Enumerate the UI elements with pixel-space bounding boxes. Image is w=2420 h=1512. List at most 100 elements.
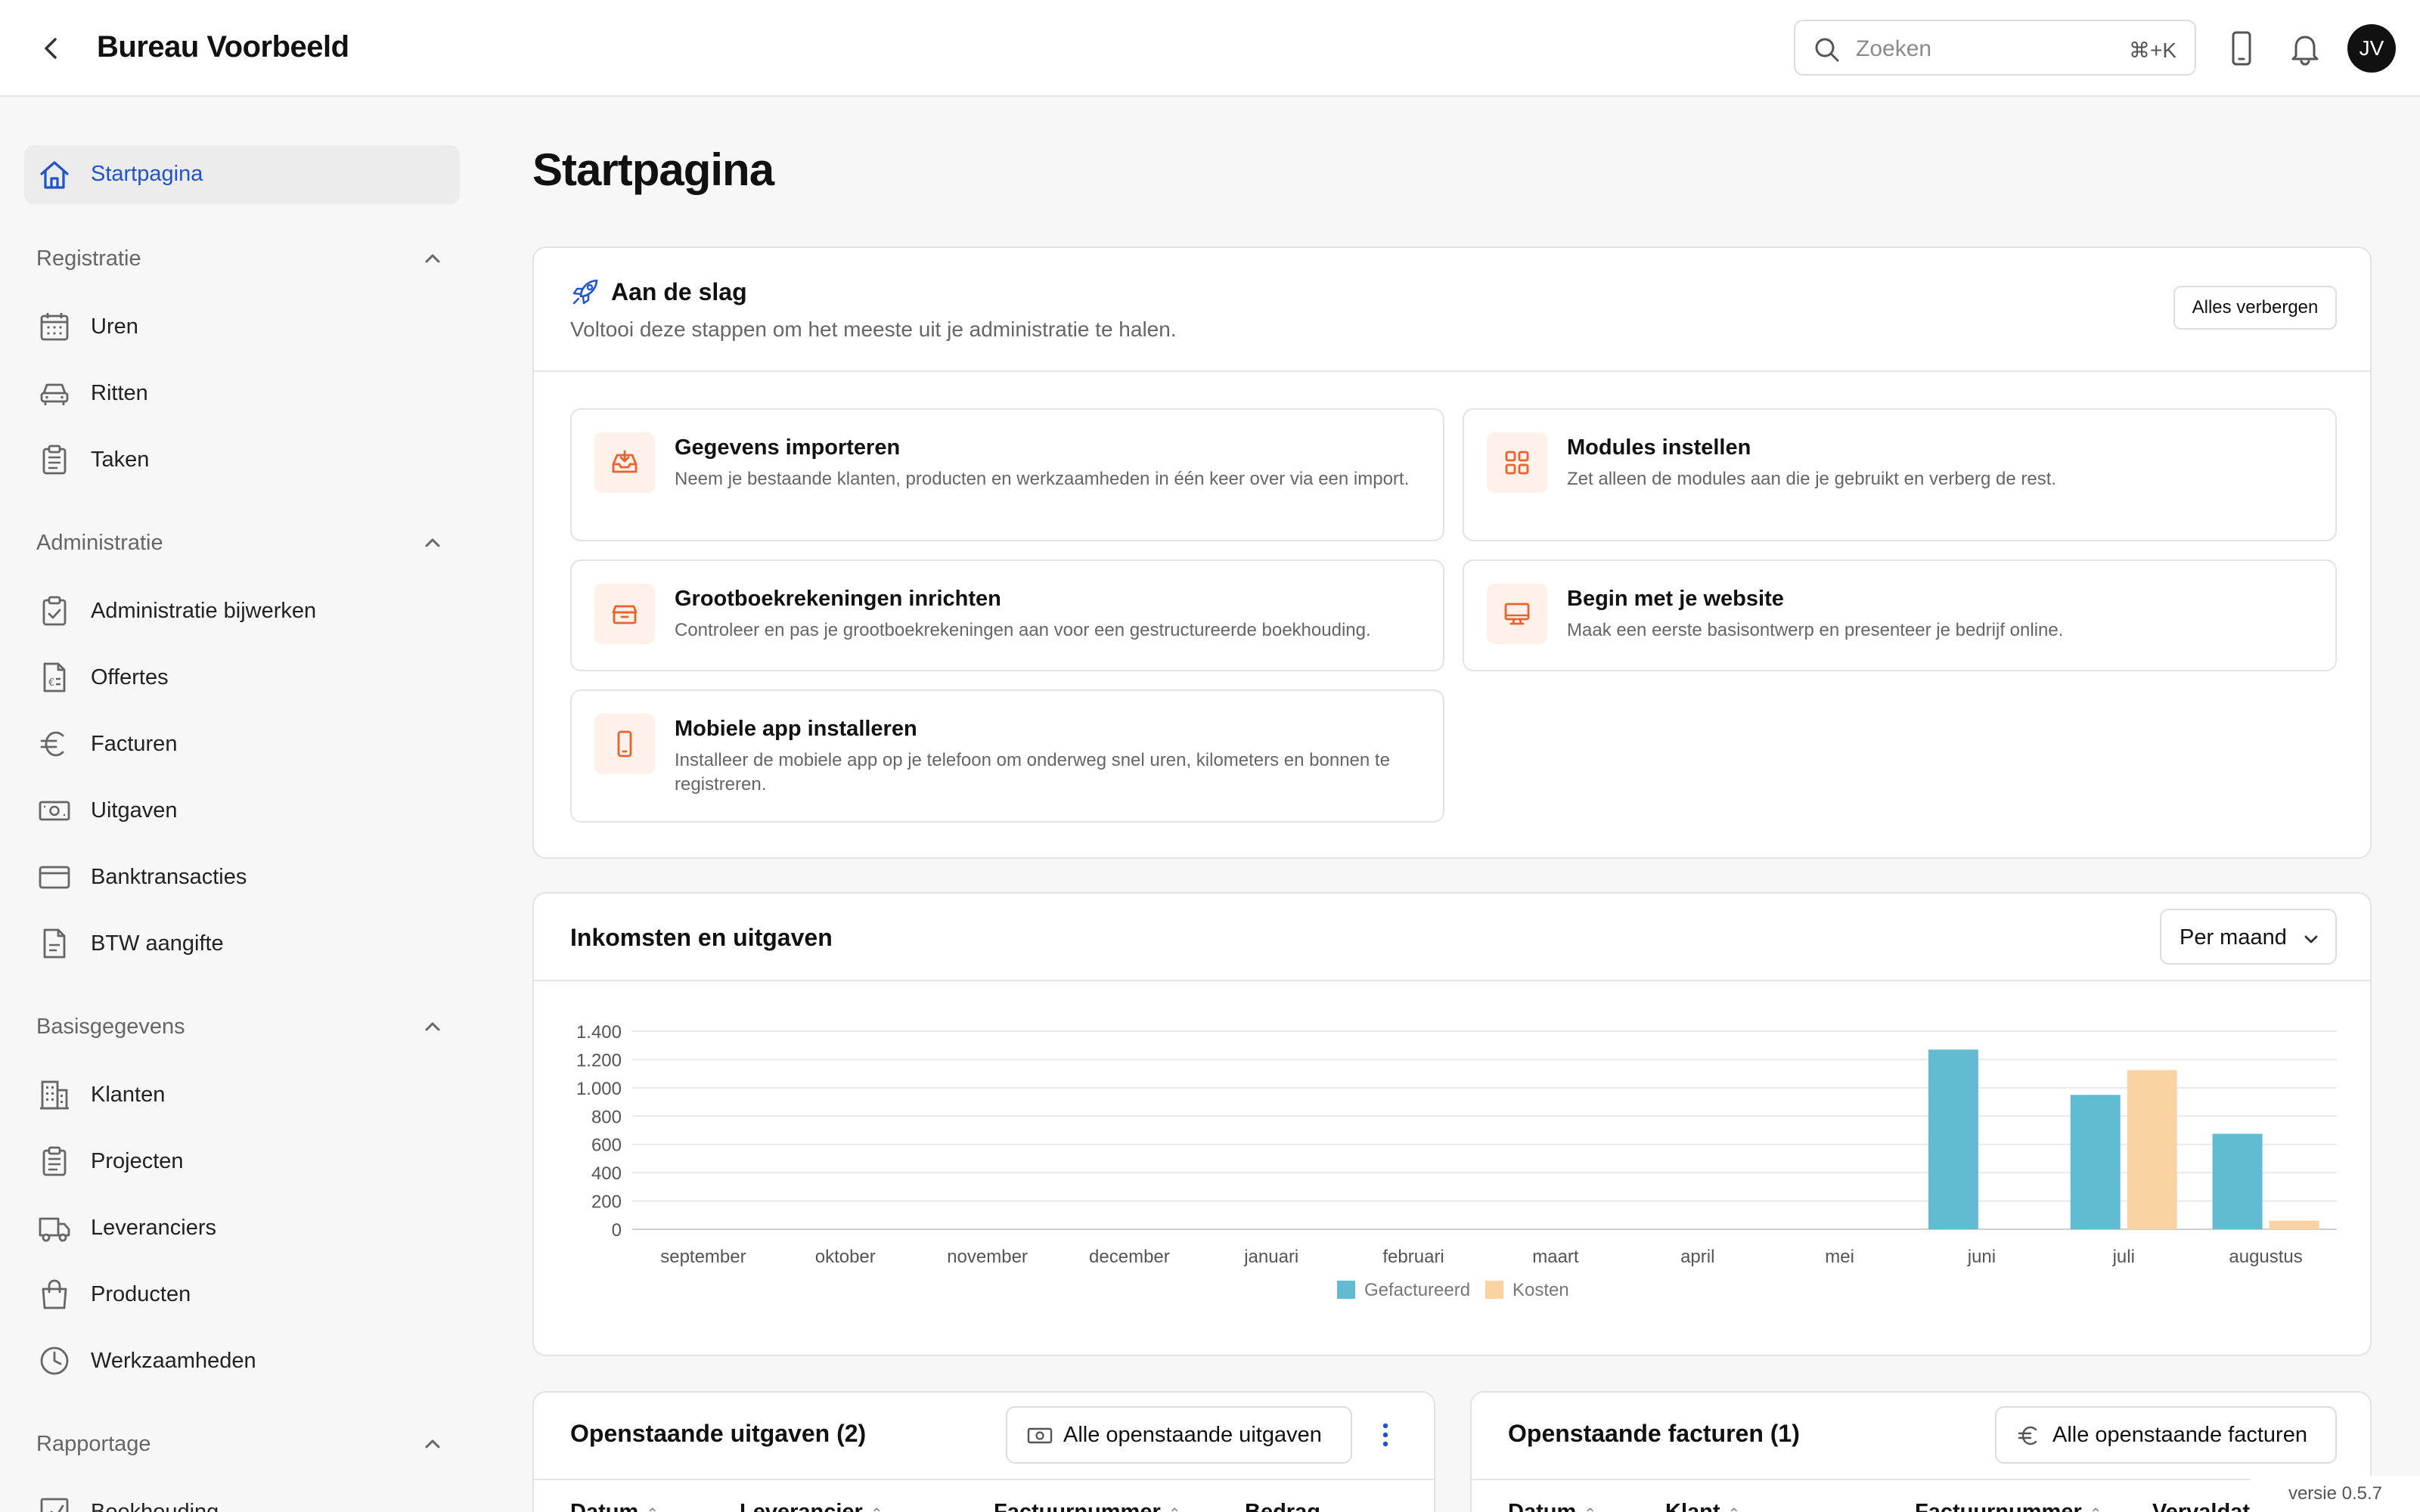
grid-icon [1505,451,1529,475]
search-placeholder: Zoeken [1856,36,1932,61]
monitor-icon [1504,603,1530,625]
avatar[interactable]: JV [2347,24,2396,73]
sort-icon: ⌃⌄ [646,1506,672,1512]
x-tick-label: september [660,1247,746,1267]
sidebar-item-ritten[interactable]: Ritten [24,366,460,420]
inbox-icon [612,450,638,473]
income-expenses-chart: 0 200 400 600 800 1.000 1.200 1.400 september okt… [576,1022,2337,1300]
mobile-app-button[interactable] [2226,30,2257,67]
sort-icon: ⌃⌄ [1584,1506,1609,1512]
task-mobiele-app-installeren[interactable]: Mobiele app installeren Installeer de mo… [570,689,1444,823]
income-expenses-card: Inkomsten en uitgaven Per maand 0 200 400 6… [532,892,2372,1356]
sidebar-group-administratie[interactable]: Administratie [36,531,163,556]
task-icon-box [594,714,655,774]
chevron-up-icon[interactable] [420,1432,445,1456]
task-icon-box [1487,432,1547,493]
sidebar-item-producten[interactable]: Producten [24,1267,460,1321]
period-select-value: Per maand [2180,925,2287,950]
x-tick-label: januari [1243,1247,1298,1267]
all-open-expenses-button[interactable]: Alle openstaande uitgaven [1006,1406,1352,1464]
notifications-button[interactable] [2287,30,2323,67]
sidebar-item-facturen[interactable]: Facturen [24,717,460,771]
task-begin-met-je-website[interactable]: Begin met je website Maak een eerste bas… [1463,559,2337,671]
clipboard-icon [42,1146,67,1176]
legend-label: Kosten [1512,1280,1569,1300]
euro-icon [40,731,64,757]
period-select[interactable]: Per maand [2160,909,2337,965]
divider [534,1479,1434,1480]
task-icon-box [594,584,655,644]
sidebar-item-label: Banktransacties [91,865,247,889]
sidebar-group-basisgegevens[interactable]: Basisgegevens [36,1015,185,1040]
sidebar-item-uren[interactable]: Uren [24,299,460,354]
chart-card-title: Inkomsten en uitgaven [570,924,833,951]
chevron-up-icon[interactable] [420,246,445,271]
sort-icon: ⌃⌄ [2090,1506,2115,1512]
clipboard-icon [42,445,67,475]
sidebar-item-label: Ritten [91,381,148,405]
column-header-leverancier[interactable]: Leverancier ⌃⌄ [740,1500,895,1512]
chevron-up-icon[interactable] [420,1015,445,1039]
button-label: Alle openstaande uitgaven [1063,1423,1322,1447]
home-icon [40,161,69,189]
chart-bar [2269,1220,2319,1229]
open-invoices-card: Openstaande facturen (1) Alle openstaand… [1470,1391,2372,1512]
cash-icon [39,801,70,821]
sort-icon: ⌃⌄ [870,1506,896,1512]
sidebar-item-uitgaven[interactable]: Uitgaven [24,783,460,838]
y-tick-label: 200 [591,1192,622,1213]
sidebar-item-offertes[interactable]: € Offertes [24,650,460,705]
sidebar-item-taken[interactable]: Taken [24,432,460,487]
back-button[interactable] [36,33,67,64]
task-modules-instellen[interactable]: Modules instellen Zet alleen de modules … [1463,408,2337,541]
sidebar-item-leveranciers[interactable]: Leveranciers [24,1201,460,1255]
sidebar-item-projecten[interactable]: Projecten [24,1134,460,1188]
getting-started-title: Aan de slag [611,278,747,305]
sidebar-item-klanten[interactable]: Klanten [24,1067,460,1122]
chevron-up-icon[interactable] [420,531,445,555]
archive-icon [612,605,638,624]
all-open-invoices-button[interactable]: Alle openstaande facturen [1995,1406,2337,1464]
sidebar-item-label: Uren [91,314,138,339]
column-header-bedrag[interactable]: Bedrag [1245,1500,1320,1512]
y-tick-label: 1.200 [576,1050,622,1070]
column-header-datum[interactable]: Datum ⌃⌄ [570,1500,672,1512]
task-description: Controleer en pas je grootboekrekeningen… [675,620,1371,640]
shopping-bag-icon [42,1279,67,1309]
credit-card-icon [39,866,70,889]
column-header-label: Vervaldat [2152,1500,2250,1512]
sidebar-item-label: Taken [91,448,150,472]
sidebar-group-registratie[interactable]: Registratie [36,246,141,271]
sidebar-item-administratie-bijwerken[interactable]: Administratie bijwerken [24,584,460,638]
sidebar-item-startpagina[interactable]: Startpagina [24,145,460,204]
y-tick-label: 600 [591,1136,622,1156]
sidebar: Startpagina Registratie Uren Ritten Take… [0,98,484,1512]
rocket-icon [572,279,598,305]
column-header-factuurnummer[interactable]: Factuurnummer ⌃⌄ [1915,1500,2114,1512]
sidebar-item-label: Producten [91,1282,191,1306]
sidebar-item-label: Offertes [91,665,169,689]
y-tick-label: 800 [591,1107,622,1127]
sidebar-item-btw-aangifte[interactable]: BTW aangifte [24,916,460,971]
column-header-klant[interactable]: Klant ⌃⌄ [1665,1500,1753,1512]
more-vertical-icon[interactable] [1381,1421,1390,1448]
building-icon [40,1080,69,1110]
sidebar-item-werkzaamheden[interactable]: Werkzaamheden [24,1334,460,1388]
task-gegevens-importeren[interactable]: Gegevens importeren Neem je bestaande kl… [570,408,1444,541]
task-description: Maak een eerste basisontwerp en presente… [1567,620,2064,640]
euro-icon [2018,1426,2037,1445]
column-header-label: Factuurnummer [994,1500,1161,1512]
search-box[interactable]: Zoeken ⌘+K [1794,20,2196,76]
sidebar-item-banktransacties[interactable]: Banktransacties [24,850,460,904]
task-title: Begin met je website [1567,587,1784,611]
y-tick-label: 0 [612,1220,622,1241]
sidebar-item-boekhouding[interactable]: Boekhouding [24,1485,460,1512]
sidebar-group-rapportage[interactable]: Rapportage [36,1432,151,1457]
search-icon [1815,38,1839,62]
column-header-label: Datum [570,1500,639,1512]
task-grootboekrekeningen-inrichten[interactable]: Grootboekrekeningen inrichten Controleer… [570,559,1444,671]
hide-all-button[interactable]: Alles verbergen [2173,286,2337,330]
column-header-datum[interactable]: Datum ⌃⌄ [1508,1500,1609,1512]
sidebar-item-label: BTW aangifte [91,931,224,956]
column-header-factuurnummer[interactable]: Factuurnummer ⌃⌄ [994,1500,1193,1512]
